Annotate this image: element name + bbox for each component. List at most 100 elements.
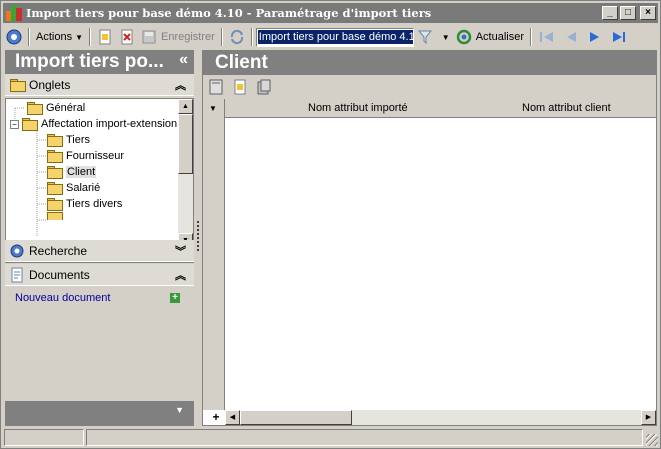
import-selector-value: Import tiers pour base démo 4.10 bbox=[257, 30, 413, 44]
tree-item-label: Fournisseur bbox=[66, 150, 125, 162]
grid-horizontal-scrollbar[interactable]: ◀ ▶ bbox=[225, 410, 656, 425]
folder-open-icon bbox=[21, 118, 38, 131]
next-record-icon[interactable] bbox=[583, 26, 607, 48]
refresh-icon bbox=[456, 29, 471, 45]
toolbar-separator bbox=[28, 28, 30, 46]
section-onglets-label: Onglets bbox=[29, 77, 71, 92]
section-documents[interactable]: Documents ︽ bbox=[5, 264, 194, 286]
close-button[interactable]: × bbox=[640, 6, 656, 20]
pane-splitter[interactable] bbox=[197, 221, 199, 251]
row-selector-column: ▼ bbox=[203, 99, 225, 410]
filter-icon[interactable] bbox=[414, 26, 436, 48]
tabs-tree: Général − Affectation import-extension T… bbox=[5, 98, 194, 263]
section-onglets[interactable]: Onglets ︽ bbox=[5, 74, 194, 96]
section-recherche-label: Recherche bbox=[29, 243, 88, 258]
scroll-up-icon[interactable]: ▲ bbox=[178, 99, 193, 114]
document-icon bbox=[11, 267, 23, 282]
sheet-icon[interactable] bbox=[209, 79, 223, 95]
folder-open-icon bbox=[46, 166, 63, 179]
last-record-icon[interactable] bbox=[607, 26, 631, 48]
chevron-up-icon[interactable]: ︽ bbox=[175, 267, 186, 283]
scroll-thumb[interactable] bbox=[240, 410, 352, 425]
toolbar-separator bbox=[250, 28, 253, 46]
folder-icon bbox=[46, 198, 63, 211]
toolbar-separator bbox=[89, 28, 91, 46]
refresh-label: Actualiser bbox=[475, 31, 525, 43]
tree-item-fournisseur[interactable]: Fournisseur bbox=[46, 148, 124, 164]
application-window: Import tiers pour base démo 4.10 - Param… bbox=[0, 0, 661, 449]
refresh-button[interactable]: Actualiser bbox=[453, 26, 527, 48]
sync-icon[interactable] bbox=[226, 26, 248, 48]
app-icon bbox=[6, 5, 22, 21]
first-record-icon[interactable] bbox=[535, 26, 559, 48]
tree-vertical-scrollbar[interactable]: ▲ ▼ bbox=[178, 99, 193, 248]
tree-item-label: Salarié bbox=[66, 182, 101, 194]
title-bar[interactable]: Import tiers pour base démo 4.10 - Param… bbox=[3, 3, 658, 23]
actions-menu-button[interactable]: Actions ▼ bbox=[33, 26, 86, 48]
content-title: Client bbox=[215, 52, 268, 73]
home-icon[interactable] bbox=[3, 26, 25, 48]
navigation-pane-footer: ▼ bbox=[5, 401, 194, 426]
window-title: Import tiers pour base démo 4.10 - Param… bbox=[26, 6, 432, 20]
status-panel bbox=[4, 429, 84, 446]
status-panel bbox=[86, 429, 643, 446]
navigation-pane-title: Import tiers po... bbox=[15, 51, 164, 72]
filter-row-chevron-icon[interactable]: ▼ bbox=[209, 104, 217, 113]
column-header-imported[interactable]: Nom attribut importé bbox=[308, 102, 408, 114]
section-recherche[interactable]: Recherche ︾ bbox=[5, 240, 194, 262]
chevron-down-icon[interactable]: ︾ bbox=[175, 243, 186, 259]
folder-icon bbox=[9, 78, 26, 92]
folder-icon bbox=[46, 182, 63, 195]
import-selector-combo[interactable]: Import tiers pour base démo 4.10 bbox=[255, 27, 414, 47]
tree-item-label: Tiers divers bbox=[66, 198, 123, 210]
folder-icon bbox=[46, 212, 63, 220]
toolbar-separator bbox=[530, 28, 533, 46]
delete-icon[interactable] bbox=[116, 26, 138, 48]
tree-item-affectation[interactable]: − Affectation import-extension bbox=[10, 116, 177, 132]
scroll-left-icon[interactable]: ◀ bbox=[225, 410, 240, 425]
new-record-icon[interactable] bbox=[94, 26, 116, 48]
copy-line-icon[interactable] bbox=[257, 79, 271, 95]
navigation-pane-header: Import tiers po... « bbox=[5, 50, 194, 74]
search-icon bbox=[10, 244, 24, 257]
tree-item-tiers-divers[interactable]: Tiers divers bbox=[46, 196, 122, 212]
tree-item-tiers[interactable]: Tiers bbox=[46, 132, 90, 148]
folder-icon bbox=[26, 102, 43, 115]
maximize-button[interactable]: □ bbox=[620, 6, 636, 20]
window-resize-grip[interactable] bbox=[646, 434, 658, 446]
scroll-thumb[interactable] bbox=[178, 114, 193, 174]
section-documents-label: Documents bbox=[29, 267, 90, 282]
main-toolbar: Actions ▼ Enregistrer Import tiers pour … bbox=[3, 25, 658, 49]
save-label: Enregistrer bbox=[161, 31, 215, 43]
chevron-up-icon[interactable]: ︽ bbox=[175, 77, 186, 93]
content-pane: Client Nom attribut importé Nom attribut… bbox=[202, 50, 657, 426]
add-row-button[interactable]: + bbox=[207, 410, 225, 425]
tree-item-label: Tiers bbox=[66, 134, 91, 146]
collapse-pane-icon[interactable]: « bbox=[179, 51, 188, 69]
chevron-down-icon: ▼ bbox=[75, 32, 83, 42]
tree-item-label: Client bbox=[66, 166, 97, 178]
column-header-client[interactable]: Nom attribut client bbox=[522, 102, 611, 114]
grid-header: Nom attribut importé Nom attribut client bbox=[203, 99, 656, 118]
folder-icon bbox=[46, 150, 63, 163]
previous-record-icon[interactable] bbox=[559, 26, 583, 48]
minimize-button[interactable]: _ bbox=[602, 6, 618, 20]
collapse-node-icon[interactable]: − bbox=[10, 119, 19, 129]
toolbar-separator bbox=[220, 28, 223, 46]
new-document-link[interactable]: Nouveau document bbox=[15, 292, 110, 304]
save-button[interactable]: Enregistrer bbox=[138, 26, 218, 48]
tree-item-label: Général bbox=[46, 102, 86, 114]
content-header: Client bbox=[203, 51, 656, 75]
status-bar bbox=[4, 429, 659, 446]
tree-item-general[interactable]: Général bbox=[26, 100, 85, 116]
tree-item-partial[interactable] bbox=[46, 212, 66, 220]
filter-dropdown-chevron-icon[interactable]: ▼ bbox=[436, 26, 453, 48]
chevron-down-icon[interactable]: ▼ bbox=[175, 405, 184, 415]
content-toolbar bbox=[203, 75, 656, 99]
tree-item-client[interactable]: Client bbox=[46, 164, 97, 180]
new-line-icon[interactable] bbox=[233, 79, 247, 95]
navigation-pane: Import tiers po... « Onglets ︽ Général −… bbox=[5, 50, 194, 426]
add-document-icon[interactable]: + bbox=[170, 293, 180, 303]
tree-item-salarie[interactable]: Salarié bbox=[46, 180, 100, 196]
scroll-right-icon[interactable]: ▶ bbox=[641, 410, 656, 425]
